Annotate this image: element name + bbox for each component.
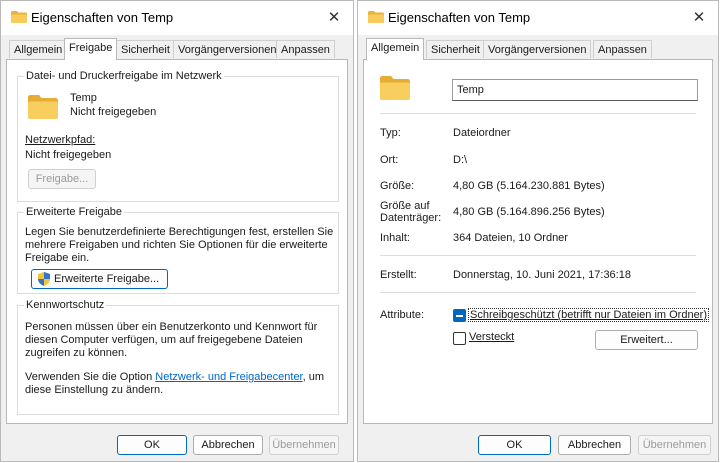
tab-bar: Allgemein Sicherheit Vorgängerversionen …: [363, 38, 713, 60]
network-share-group: Datei- und Druckerfreigabe im Netzwerk T…: [17, 70, 339, 202]
tab-anpassen[interactable]: Anpassen: [593, 40, 652, 58]
readonly-label[interactable]: Schreibgeschützt (betrifft nur Dateien i…: [468, 308, 710, 322]
size-label: Größe:: [380, 180, 415, 192]
password-protection-group: Kennwortschutz Personen müssen über ein …: [17, 299, 339, 415]
folder-icon: [380, 76, 410, 100]
advanced-share-group: Erweiterte Freigabe Legen Sie benutzerde…: [17, 206, 339, 294]
uac-shield-icon: [38, 272, 50, 286]
created-label: Erstellt:: [380, 269, 417, 281]
tab-sicherheit[interactable]: Sicherheit: [116, 40, 175, 58]
advanced-share-description-line: Legen Sie benutzerdefinierte Berechtigun…: [25, 226, 334, 238]
title-bar[interactable]: Eigenschaften von Temp ✕: [1, 1, 353, 35]
tab-anpassen[interactable]: Anpassen: [276, 40, 335, 58]
properties-window-general: Eigenschaften von Temp ✕ Allgemein Siche…: [357, 0, 719, 462]
ok-button[interactable]: OK: [478, 435, 551, 455]
tab-freigabe[interactable]: Freigabe: [64, 38, 118, 60]
folder-icon: [11, 11, 27, 23]
size-value: 4,80 GB (5.164.230.881 Bytes): [453, 180, 605, 192]
group-title: Erweiterte Freigabe: [24, 206, 124, 218]
type-label: Typ:: [380, 127, 401, 139]
disk-size-label-line1: Größe auf: [380, 200, 430, 212]
window-title: Eigenschaften von Temp: [388, 10, 531, 25]
folder-name: Temp: [70, 92, 97, 104]
readonly-checkbox[interactable]: [453, 309, 466, 322]
network-path-label: Netzwerkpfad:: [25, 134, 96, 146]
advanced-share-description-line: Freigabe ein.: [25, 252, 90, 264]
location-value: D:\: [453, 154, 468, 166]
close-button[interactable]: ✕: [690, 9, 708, 27]
cancel-button[interactable]: Abbrechen: [558, 435, 631, 455]
group-title: Datei- und Druckerfreigabe im Netzwerk: [24, 70, 224, 82]
password-description-line: diesen Computer verfügen, um auf freigeg…: [25, 334, 303, 346]
separator: [380, 292, 696, 293]
advanced-attributes-button[interactable]: Erweitert...: [595, 330, 698, 350]
cancel-button[interactable]: Abbrechen: [193, 435, 263, 455]
option-text-before: Verwenden Sie die Option: [25, 371, 156, 383]
contents-label: Inhalt:: [380, 232, 410, 244]
separator: [380, 255, 696, 256]
folder-icon: [368, 11, 384, 23]
password-description-line: Personen müssen über ein Benutzerkonto u…: [25, 321, 318, 333]
created-value: Donnerstag, 10. Juni 2021, 17:36:18: [453, 269, 631, 281]
network-path-value: Nicht freigegeben: [25, 149, 112, 161]
tab-bar: Allgemein Freigabe Sicherheit Vorgängerv…: [6, 38, 348, 60]
apply-button[interactable]: Übernehmen: [638, 435, 711, 455]
tab-panel-allgemein: Temp Typ: Dateiordner Ort: D:\ Größe: 4,…: [363, 59, 713, 424]
tab-allgemein[interactable]: Allgemein: [9, 40, 68, 58]
hidden-checkbox[interactable]: [453, 332, 466, 345]
separator: [380, 113, 696, 114]
properties-window-sharing: Eigenschaften von Temp ✕ Allgemein Freig…: [0, 0, 354, 462]
type-value: Dateiordner: [453, 127, 511, 139]
advanced-share-description-line: mehrere Freigaben und richten Sie Option…: [25, 239, 328, 251]
window-title: Eigenschaften von Temp: [31, 10, 174, 25]
close-button[interactable]: ✕: [325, 9, 343, 27]
folder-icon: [28, 95, 58, 119]
tab-panel-freigabe: Datei- und Druckerfreigabe im Netzwerk T…: [6, 59, 348, 424]
share-button[interactable]: Freigabe...: [28, 169, 96, 189]
group-title: Kennwortschutz: [24, 299, 107, 311]
disk-size-label-line2: Datenträger:: [380, 212, 442, 224]
tab-vorgaengerversionen[interactable]: Vorgängerversionen: [483, 40, 592, 58]
share-status: Nicht freigegeben: [70, 106, 157, 118]
option-text-after: , um: [302, 371, 325, 383]
contents-value: 364 Dateien, 10 Ordner: [453, 232, 568, 244]
hidden-label[interactable]: Versteckt: [469, 331, 514, 343]
disk-size-value: 4,80 GB (5.164.896.256 Bytes): [453, 206, 605, 218]
apply-button[interactable]: Übernehmen: [269, 435, 339, 455]
tab-sicherheit[interactable]: Sicherheit: [426, 40, 485, 58]
password-option-line2: diese Einstellung zu ändern.: [25, 384, 164, 396]
network-sharing-center-link[interactable]: Netzwerk- und Freigabecenter: [155, 371, 302, 383]
readonly-label-text: Schreibgeschützt (betrifft nur Dateien i…: [470, 309, 708, 321]
title-bar[interactable]: Eigenschaften von Temp ✕: [358, 1, 718, 35]
tab-allgemein[interactable]: Allgemein: [366, 38, 425, 60]
password-option-text: Verwenden Sie die Option Netzwerk- und F…: [25, 371, 324, 383]
ok-button[interactable]: OK: [117, 435, 187, 455]
password-description-line: zugreifen zu können.: [25, 347, 128, 359]
folder-name-input[interactable]: Temp: [452, 79, 698, 101]
attributes-label: Attribute:: [380, 309, 425, 321]
advanced-share-button-label: Erweiterte Freigabe...: [54, 273, 160, 285]
tab-vorgaengerversionen[interactable]: Vorgängerversionen: [173, 40, 282, 58]
location-label: Ort:: [380, 154, 399, 166]
advanced-share-button[interactable]: Erweiterte Freigabe...: [31, 269, 168, 289]
